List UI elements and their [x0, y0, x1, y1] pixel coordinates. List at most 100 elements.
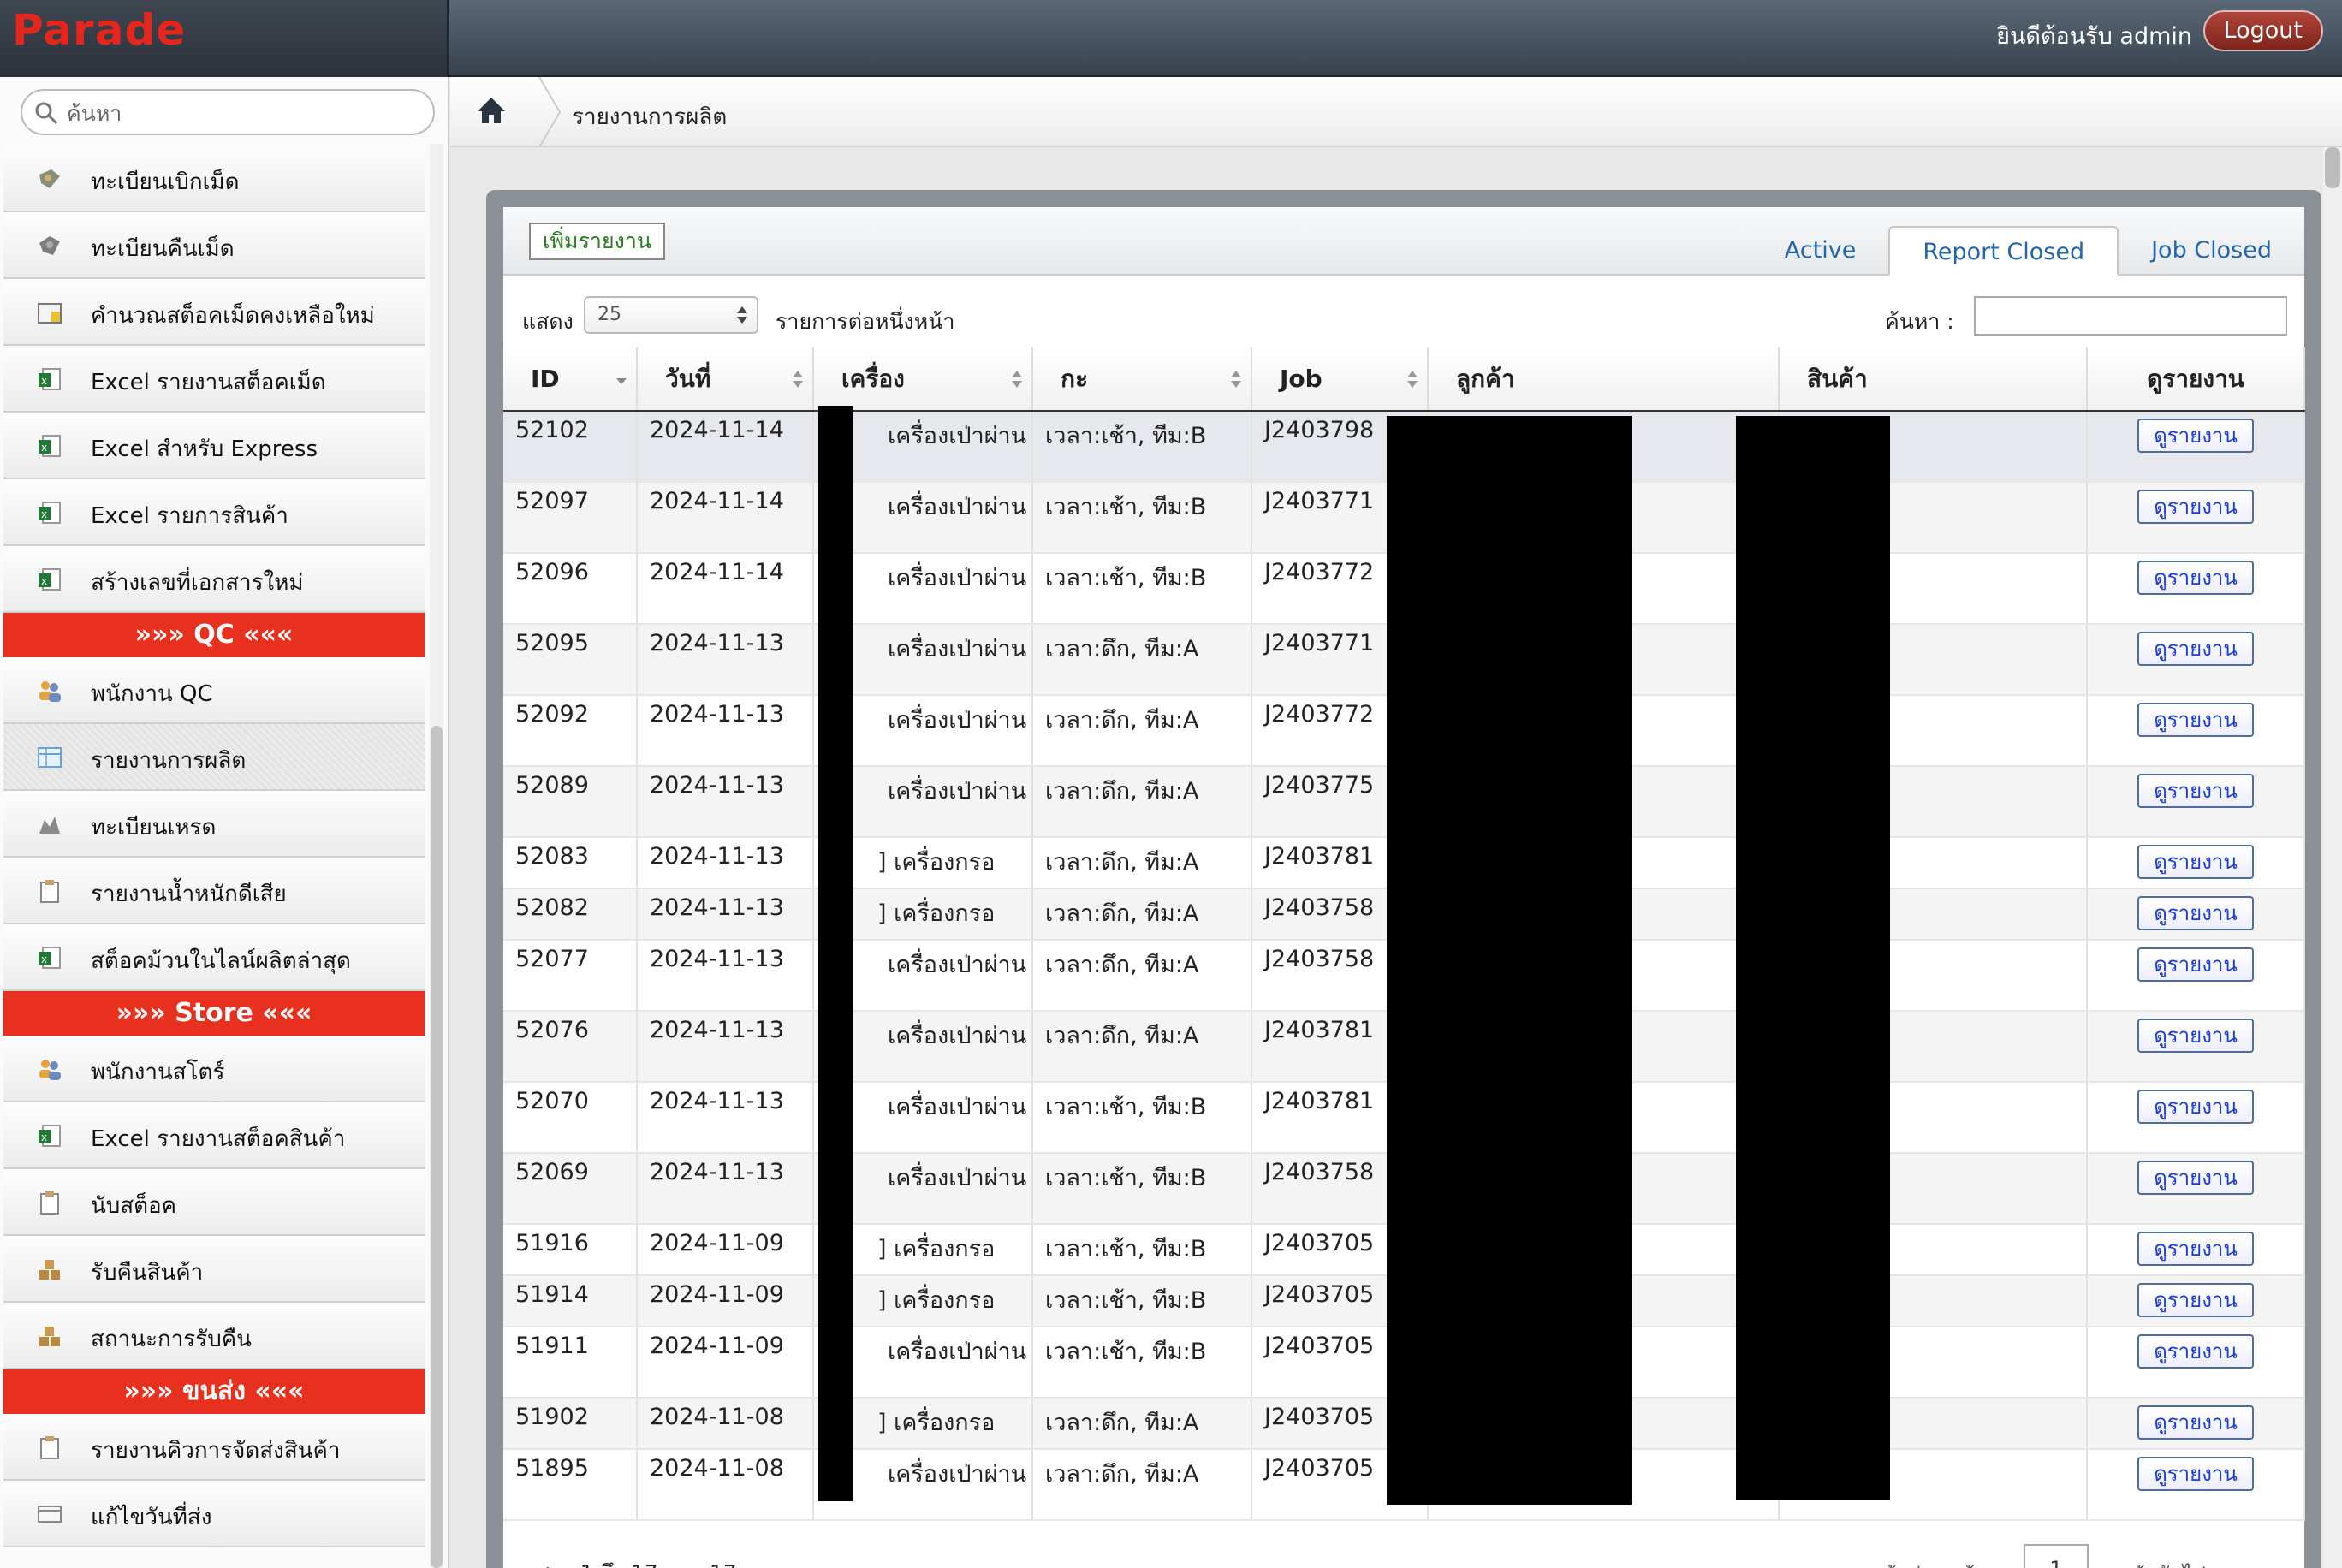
prev-page-link[interactable]: หน้าก่อนหน้า — [1869, 1558, 1987, 1568]
view-report-button[interactable]: ดูรายงาน — [2137, 1090, 2254, 1124]
column-header-view: ดูรายงาน — [2087, 347, 2305, 412]
cell-id: 52089 — [503, 766, 638, 838]
tab-job-closed[interactable]: Job Closed — [2119, 226, 2304, 276]
column-header-label: วันที่ — [665, 364, 711, 393]
page-scrollbar-thumb[interactable] — [2325, 147, 2340, 188]
page-size-select[interactable]: 25 — [584, 296, 758, 334]
view-report-button[interactable]: ดูรายงาน — [2137, 1334, 2254, 1369]
add-report-button[interactable]: เพิ่มรายงาน — [529, 223, 665, 260]
svg-text:x: x — [41, 375, 47, 387]
view-report-button[interactable]: ดูรายงาน — [2137, 1161, 2254, 1195]
view-report-button[interactable]: ดูรายงาน — [2137, 1232, 2254, 1266]
tab-report-closed[interactable]: Report Closed — [1888, 226, 2119, 276]
column-header-product[interactable]: สินค้า — [1779, 347, 2088, 412]
view-report-button[interactable]: ดูรายงาน — [2137, 774, 2254, 808]
view-report-button[interactable]: ดูรายงาน — [2137, 561, 2254, 595]
page-scrollbar[interactable] — [2323, 147, 2342, 1568]
sidebar-item[interactable]: รับคืนสินค้า — [3, 1236, 425, 1303]
view-report-button[interactable]: ดูรายงาน — [2137, 1405, 2254, 1440]
view-report-button[interactable]: ดูรายงาน — [2137, 947, 2254, 982]
redaction-block — [818, 406, 853, 1501]
cell-shift: เวลา:ดึก, ทีม:A — [1032, 766, 1252, 838]
sort-icon — [616, 378, 627, 384]
column-header-id[interactable]: ID — [503, 347, 638, 412]
column-header-label: Job — [1280, 365, 1323, 393]
sidebar-scrollbar-thumb[interactable] — [431, 726, 443, 1568]
home-icon[interactable] — [476, 96, 507, 125]
sidebar-item[interactable]: พนักงาน QC — [3, 657, 425, 724]
clipboard-icon — [36, 878, 63, 904]
sidebar-search-input[interactable] — [67, 96, 426, 130]
column-header-label: เครื่อง — [841, 364, 905, 393]
sidebar-item[interactable]: x สร้างเลขที่เอกสารใหม่ — [3, 546, 425, 613]
sidebar-item[interactable]: ทะเบียนเหรด — [3, 791, 425, 858]
sidebar-item[interactable]: นับสต็อค — [3, 1169, 425, 1236]
sidebar-item[interactable]: แก้ไขวันที่ส่ง — [3, 1481, 425, 1547]
column-header-label: กะ — [1061, 364, 1088, 393]
redaction-block — [1736, 416, 1890, 1500]
sidebar-item[interactable]: คำนวณสต็อคเม็ดคงเหลือใหม่ — [3, 279, 425, 346]
svg-text:x: x — [41, 442, 47, 454]
next-page-link[interactable]: หน้าถัดไป — [2118, 1558, 2206, 1568]
tab-active[interactable]: Active — [1752, 226, 1889, 276]
sidebar-item-label: Excel รายงานสต็อคสินค้า — [91, 1126, 346, 1152]
cell-id: 51895 — [503, 1449, 638, 1521]
cell-id: 52069 — [503, 1153, 638, 1225]
view-report-button[interactable]: ดูรายงาน — [2137, 1283, 2254, 1317]
cell-date: 2024-11-14 — [637, 482, 814, 554]
column-header-machine[interactable]: เครื่อง — [813, 347, 1033, 412]
cell-id: 52102 — [503, 411, 638, 483]
cell-id: 52096 — [503, 553, 638, 625]
sidebar-item[interactable]: x Excel รายการสินค้า — [3, 479, 425, 546]
sidebar-item[interactable]: x สต็อคม้วนในไลน์ผลิตล่าสุด — [3, 924, 425, 991]
sidebar-item[interactable]: ทะเบียนเบิกเม็ด — [3, 146, 425, 212]
view-report-button[interactable]: ดูรายงาน — [2137, 896, 2254, 930]
select-arrows-icon — [737, 306, 747, 324]
column-header-label: ดูรายงาน — [2147, 364, 2244, 393]
cell-date: 2024-11-09 — [637, 1224, 814, 1276]
brand-logo[interactable]: Parade — [12, 5, 186, 55]
welcome-text: ยินดีต้อนรับ admin — [1996, 23, 2192, 50]
view-report-button[interactable]: ดูรายงาน — [2137, 703, 2254, 737]
cell-id: 52083 — [503, 837, 638, 889]
view-report-button[interactable]: ดูรายงาน — [2137, 490, 2254, 524]
view-report-button[interactable]: ดูรายงาน — [2137, 419, 2254, 453]
view-report-button[interactable]: ดูรายงาน — [2137, 1019, 2254, 1053]
view-report-button[interactable]: ดูรายงาน — [2137, 632, 2254, 666]
current-page-button[interactable]: 1 — [2024, 1544, 2089, 1568]
column-header-date[interactable]: วันที่ — [637, 347, 814, 412]
cell-id: 52097 — [503, 482, 638, 554]
cell-date: 2024-11-13 — [637, 940, 814, 1012]
breadcrumb: รายงานการผลิต — [450, 77, 2342, 147]
sidebar-item-label: รายงานน้ำหนักดีเสีย — [91, 882, 287, 907]
table-search-label: ค้นหา : — [1885, 309, 1954, 334]
column-header-shift[interactable]: กะ — [1032, 347, 1252, 412]
sidebar-item[interactable]: สถานะการรับคืน — [3, 1303, 425, 1369]
cell-shift: เวลา:ดึก, ทีม:A — [1032, 837, 1252, 889]
cell-view: ดูรายงาน — [2087, 1153, 2305, 1225]
sidebar-item[interactable]: รายงานคิวการจัดส่งสินค้า — [3, 1414, 425, 1481]
view-report-button[interactable]: ดูรายงาน — [2137, 845, 2254, 879]
report-panel: เพิ่มรายงาน Active Report Closed Job Clo… — [503, 207, 2305, 1568]
sidebar-item-label: พนักงานสโตร์ — [91, 1060, 225, 1085]
sort-icon — [1231, 371, 1241, 388]
calculator-icon — [36, 300, 63, 325]
sidebar-item[interactable]: x Excel สำหรับ Express — [3, 413, 425, 479]
users-icon — [36, 678, 63, 704]
cell-date: 2024-11-09 — [637, 1275, 814, 1327]
sidebar-item[interactable]: x Excel รายงานสต็อคสินค้า — [3, 1102, 425, 1169]
view-report-button[interactable]: ดูรายงาน — [2137, 1457, 2254, 1491]
column-header-customer[interactable]: ลูกค้า — [1428, 347, 1780, 412]
cell-view: ดูรายงาน — [2087, 837, 2305, 889]
sidebar-item[interactable]: x Excel รายงานสต็อคเม็ด — [3, 346, 425, 413]
cell-date: 2024-11-13 — [637, 766, 814, 838]
sidebar-item[interactable]: รายงานน้ำหนักดีเสีย — [3, 858, 425, 924]
column-header-job[interactable]: Job — [1251, 347, 1429, 412]
table-search-input[interactable] — [1974, 296, 2287, 336]
sidebar-item[interactable]: รายงานการผลิต — [3, 724, 425, 791]
sidebar-search[interactable] — [21, 89, 435, 135]
sidebar-item[interactable]: ทะเบียนคืนเม็ด — [3, 212, 425, 279]
logout-button[interactable]: Logout — [2202, 10, 2323, 51]
users-icon — [36, 1056, 63, 1082]
sidebar-item[interactable]: พนักงานสโตร์ — [3, 1036, 425, 1102]
